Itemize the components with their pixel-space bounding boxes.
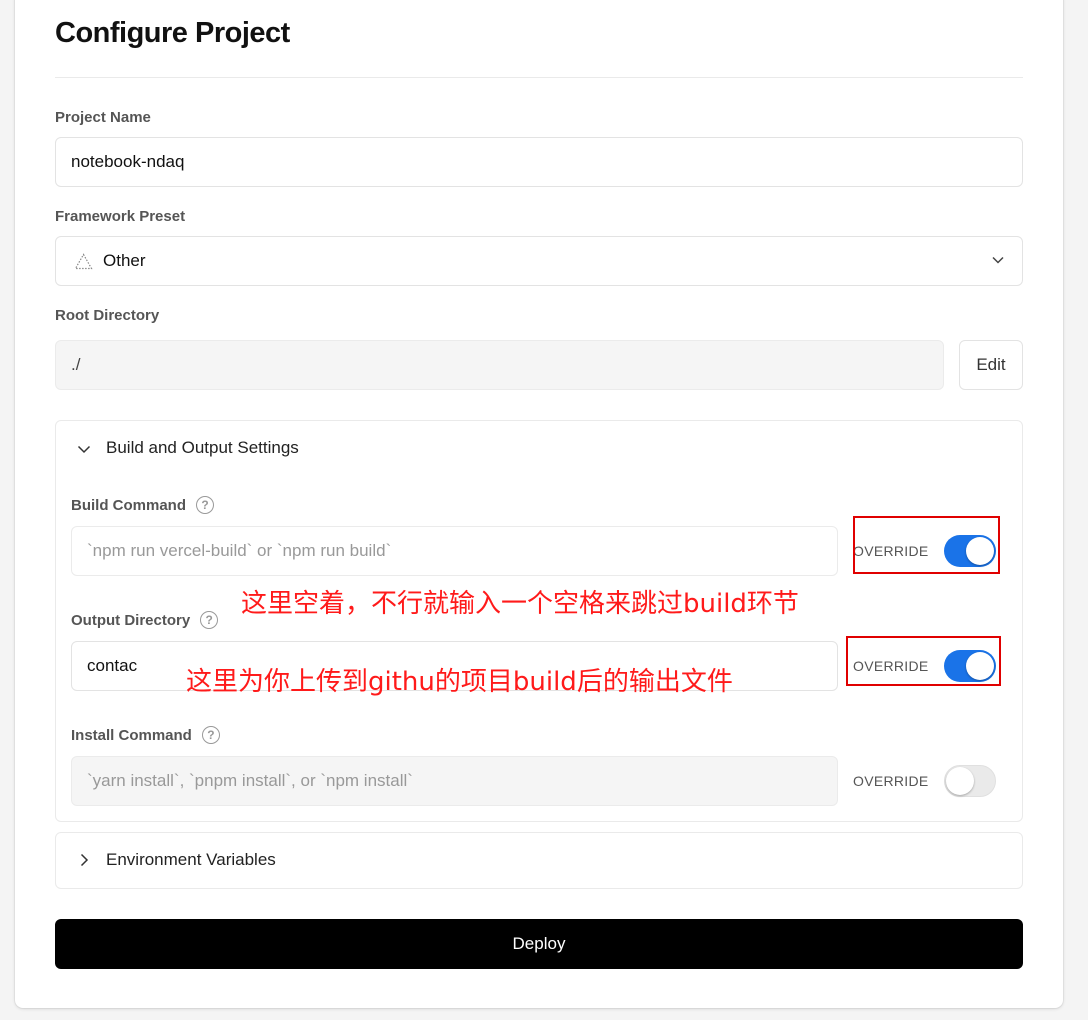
output-directory-label: Output Directory ? <box>71 611 219 629</box>
install-command-override-label: OVERRIDE <box>853 773 929 789</box>
annotation-box-build <box>853 516 1000 574</box>
output-directory-value: contac <box>87 656 138 675</box>
help-icon[interactable]: ? <box>200 611 219 629</box>
install-command-label: Install Command ? <box>71 726 220 744</box>
framework-preset-value: Other <box>103 251 146 270</box>
environment-variables-title[interactable]: Environment Variables <box>106 850 276 870</box>
root-directory-input: ./ <box>55 340 944 390</box>
project-name-value: notebook-ndaq <box>71 152 185 171</box>
build-command-label: Build Command ? <box>71 496 214 514</box>
root-directory-label: Root Directory <box>55 307 160 324</box>
install-command-override-toggle[interactable] <box>944 765 996 797</box>
build-command-placeholder: `npm run vercel-build` or `npm run build… <box>87 541 392 560</box>
toggle-knob <box>946 767 974 795</box>
root-directory-value: ./ <box>71 355 81 374</box>
project-name-input[interactable]: notebook-ndaq <box>55 137 1023 187</box>
build-command-input[interactable]: `npm run vercel-build` or `npm run build… <box>71 526 838 576</box>
framework-preset-select[interactable]: Other <box>55 236 1023 286</box>
output-directory-label-text: Output Directory <box>71 611 191 629</box>
title-divider <box>55 77 1023 78</box>
chevron-down-icon <box>992 256 1004 264</box>
annotation-build-note: 这里空着，不行就输入一个空格来跳过build环节 <box>241 589 799 619</box>
annotation-output-note: 这里为你上传到githu的项目build后的输出文件 <box>186 667 733 697</box>
chevron-right-icon[interactable] <box>77 853 91 867</box>
install-command-placeholder: `yarn install`, `pnpm install`, or `npm … <box>87 771 413 790</box>
deploy-button[interactable]: Deploy <box>55 919 1023 969</box>
help-icon[interactable]: ? <box>196 496 214 514</box>
install-command-input: `yarn install`, `pnpm install`, or `npm … <box>71 756 838 806</box>
install-command-label-text: Install Command <box>71 726 192 744</box>
edit-root-directory-button[interactable]: Edit <box>959 340 1023 390</box>
project-name-label: Project Name <box>55 109 151 126</box>
build-output-settings-title[interactable]: Build and Output Settings <box>106 438 299 458</box>
chevron-down-icon[interactable] <box>77 442 91 456</box>
triangle-icon <box>74 252 93 269</box>
annotation-box-output <box>846 636 1001 686</box>
help-icon[interactable]: ? <box>201 726 220 744</box>
framework-preset-label: Framework Preset <box>55 208 186 225</box>
page-title: Configure Project <box>55 17 290 49</box>
build-command-label-text: Build Command <box>71 496 186 514</box>
